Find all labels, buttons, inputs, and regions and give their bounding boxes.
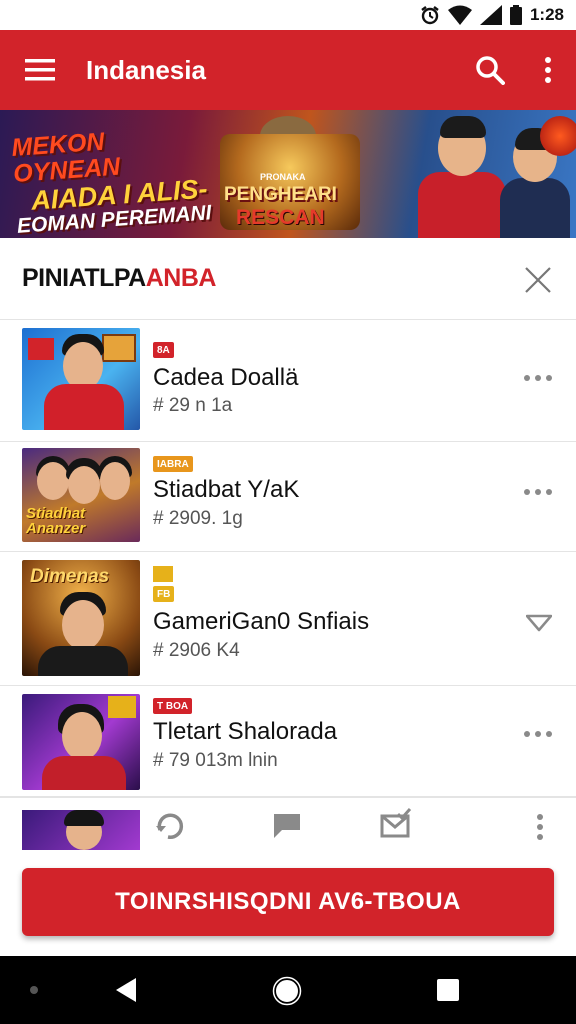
overflow-menu-button[interactable] xyxy=(520,30,576,110)
banner-logo-line-1: PENGHEARI xyxy=(224,184,337,205)
app-screen: 1:28 Indanesia MEKON OYNEAN AIADA I ALIS… xyxy=(0,0,576,1024)
thumbnail-title: Dimenas xyxy=(30,566,110,587)
more-options-icon[interactable] xyxy=(524,368,552,388)
wifi-icon xyxy=(447,5,472,25)
home-icon[interactable] xyxy=(272,976,302,1006)
list-item[interactable]: Stiadhat Ananzer IABRA Stiadbat Y/aK # 2… xyxy=(0,442,576,552)
banner-character-1 xyxy=(418,116,506,238)
item-title: GameriGan0 Snfiais xyxy=(153,608,370,635)
app-title: Indanesia xyxy=(86,54,206,85)
more-vertical-icon xyxy=(545,57,551,83)
item-badge: 8A xyxy=(153,342,174,358)
banner-orb-image xyxy=(540,116,576,156)
thumbnail-card-image xyxy=(102,334,136,362)
item-thumbnail xyxy=(22,328,140,430)
promo-banner[interactable]: MEKON OYNEAN AIADA I ALIS- EOMAN PEREMAN… xyxy=(0,110,576,238)
item-thumbnail: Stiadhat Ananzer xyxy=(22,448,140,542)
item-title: Tletart Shalorada xyxy=(153,718,338,745)
thumbnail-title: Stiadhat Ananzer xyxy=(26,505,86,537)
close-icon[interactable] xyxy=(522,264,554,296)
mail-check-icon[interactable] xyxy=(380,808,412,840)
system-navigation-bar xyxy=(0,956,576,1024)
list-item[interactable]: 8A Cadea Doallä # 29 n 1a xyxy=(0,320,576,442)
item-title: Cadea Doallä xyxy=(153,364,299,391)
expand-icon[interactable] xyxy=(526,614,552,632)
flag-icon[interactable] xyxy=(272,812,302,840)
section-title-accent: ANBA xyxy=(145,264,217,292)
status-bar: 1:28 xyxy=(0,0,576,30)
section-title-main: PINIATLPA xyxy=(22,264,146,292)
banner-logo-tag: PRONAKA xyxy=(260,172,306,182)
hamburger-menu-icon xyxy=(25,59,55,81)
more-options-icon[interactable] xyxy=(524,482,552,502)
search-icon xyxy=(476,56,505,85)
back-icon[interactable] xyxy=(112,976,140,1004)
thumbnail-emblem-image xyxy=(108,696,136,718)
item-thumbnail xyxy=(22,810,140,850)
item-badge: FB xyxy=(153,586,175,602)
item-title: Stiadbat Y/aK xyxy=(153,476,300,503)
banner-game-logo: PRONAKA PENGHEARI RESCAN xyxy=(220,134,360,230)
alarm-icon xyxy=(421,6,439,25)
section-title: PINIATLPAANBA xyxy=(22,264,216,293)
nav-indicator-dot xyxy=(30,986,38,994)
item-action-bar xyxy=(0,797,576,850)
status-time: 1:28 xyxy=(529,5,564,24)
banner-logo-line-2: RESCAN xyxy=(236,206,325,229)
item-meta: # 79 013m lnin xyxy=(153,750,278,771)
app-bar: Indanesia xyxy=(0,30,576,110)
search-button[interactable] xyxy=(460,30,520,110)
recents-icon[interactable] xyxy=(436,978,460,1002)
item-thumbnail xyxy=(22,694,140,790)
item-badge: T BOA xyxy=(153,698,193,714)
more-options-icon[interactable] xyxy=(524,724,552,744)
thumbnail-card-image xyxy=(28,338,54,360)
item-thumbnail: Dimenas xyxy=(22,560,140,676)
battery-icon xyxy=(509,5,522,25)
primary-cta-button[interactable]: TOINRSHISQDNI AV6-TBOUA xyxy=(22,868,554,936)
section-header: PINIATLPAANBA xyxy=(0,238,576,320)
list-item[interactable]: T BOA Tletart Shalorada # 79 013m lnin xyxy=(0,686,576,797)
banner-headline: MEKON OYNEAN AIADA I ALIS- EOMAN PEREMAN… xyxy=(11,121,218,238)
item-badge-icon xyxy=(153,566,173,582)
signal-icon xyxy=(479,5,502,25)
refresh-icon[interactable] xyxy=(154,810,186,842)
item-meta: # 29 n 1a xyxy=(153,395,233,416)
list-item[interactable]: Dimenas FB GameriGan0 Snfiais # 2906 K4 xyxy=(0,552,576,686)
item-meta: # 2909. 1g xyxy=(153,508,243,529)
item-meta: # 2906 K4 xyxy=(153,640,240,661)
more-vertical-icon[interactable] xyxy=(536,814,544,840)
menu-button[interactable] xyxy=(0,30,80,110)
item-badge: IABRA xyxy=(153,456,193,472)
